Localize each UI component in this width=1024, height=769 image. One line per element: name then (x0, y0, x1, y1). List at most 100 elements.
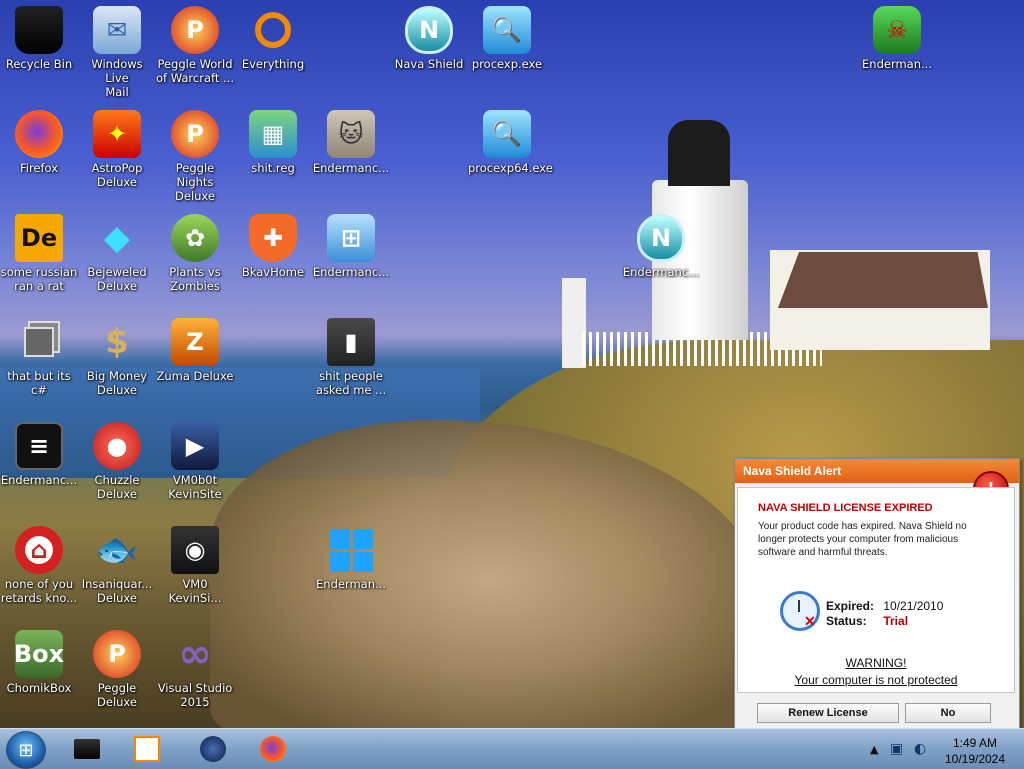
windows-setup-icon: ⊞ (327, 214, 375, 262)
desktop-icon-label: ChomikBox (6, 681, 72, 695)
desktop-icon-visual-studio[interactable]: ∞ Visual Studio 2015 (156, 630, 234, 709)
clock-time: 1:49 AM (952, 736, 998, 750)
desktop-icon-plants-vs-zombies[interactable]: ✿ Plants vs Zombies (156, 214, 234, 293)
astropop-icon: ✦ (93, 110, 141, 158)
peggle-icon: P (171, 110, 219, 158)
desktop-icon-nava-shield[interactable]: N Nava Shield (390, 6, 468, 71)
desktop-icon-enderman-nava[interactable]: N Endermanc... (622, 214, 700, 279)
desktop-icon-astropop[interactable]: ✦ AstroPop Deluxe (78, 110, 156, 189)
desktop-icon-peggle-wow[interactable]: P Peggle World of Warcraft ... (156, 6, 234, 85)
gem-icon: ◆ (103, 218, 131, 258)
desktop-icon-enderman-dragon[interactable]: ☠ Enderman... (858, 6, 936, 71)
taskbar-app-firefox[interactable] (256, 733, 290, 765)
magnifier-icon: 🔍 (483, 6, 531, 54)
desktop: Recycle Bin ✉ Windows Live Mail P Peggle… (0, 0, 1024, 728)
taskbar-app-globe[interactable] (196, 733, 230, 765)
monitor-tray-icon[interactable]: ▣ (890, 741, 903, 757)
taskbar: ⊞ ▲ ▣ ◐ 1:49 AM 10/19/2024 (0, 728, 1024, 769)
warning-text: Your computer is not protected (794, 673, 958, 687)
clock[interactable]: 1:49 AM 10/19/2024 (940, 735, 1010, 767)
desktop-icon-label: Endermanc... (622, 265, 700, 279)
desktop-icon-label: Endermanc... (312, 265, 390, 279)
desktop-icon-bejeweled[interactable]: ◆ Bejeweled Deluxe (78, 214, 156, 293)
desktop-icon-label: Peggle Deluxe (97, 681, 137, 709)
desktop-icon-label: BkavHome (241, 265, 305, 279)
copy-icon (15, 318, 63, 366)
desktop-icon-recycle-bin[interactable]: Recycle Bin (0, 6, 78, 71)
desktop-icon-label: Enderman... (316, 577, 386, 591)
desktop-icon-peggle-nights[interactable]: P Peggle Nights Deluxe (156, 110, 234, 203)
desktop-icon-label: Everything (241, 57, 305, 71)
desktop-icon-label: Visual Studio 2015 (157, 681, 233, 709)
red-dino-icon: ⌂ (15, 526, 63, 574)
chuzzle-icon: ● (93, 422, 141, 470)
desktop-icon-enderman-terminal[interactable]: ≡ Endermanc... (0, 422, 78, 487)
bkav-shield-icon: ✚ (249, 214, 297, 262)
desktop-icon-label: none of you retards kno... (0, 577, 78, 605)
globe-icon (200, 736, 226, 762)
desktop-icon-none-of-you[interactable]: ⌂ none of you retards kno... (0, 526, 78, 605)
folder-icon: ▮ (327, 318, 375, 366)
desktop-icon-everything[interactable]: Everything (234, 6, 312, 71)
flower-icon: ✿ (171, 214, 219, 262)
alert-headline: NAVA SHIELD LICENSE EXPIRED (758, 502, 933, 514)
desktop-icon-that-but-csharp[interactable]: that but its c# (0, 318, 78, 397)
taskbar-app-media-player[interactable] (130, 733, 164, 765)
shield-icon: N (405, 6, 453, 54)
network-tray-icon[interactable]: ◐ (914, 741, 926, 757)
desktop-icon-russian-rat[interactable]: De some russian ran a rat (0, 214, 78, 293)
desktop-icon-label: AstroPop Deluxe (91, 161, 143, 189)
windows-logo-icon (327, 526, 375, 574)
expired-x-icon: ✕ (804, 613, 816, 629)
status-label: Status: (826, 614, 867, 628)
desktop-icon-bkavhome[interactable]: ✚ BkavHome (234, 214, 312, 279)
search-icon (249, 6, 297, 54)
firefox-icon (15, 110, 63, 158)
desktop-icon-windows-live-mail[interactable]: ✉ Windows Live Mail (78, 6, 156, 99)
desktop-icon-label: Big Money Deluxe (86, 369, 148, 397)
desktop-icon-label: Peggle World of Warcraft ... (156, 57, 234, 85)
desktop-icon-chuzzle[interactable]: ● Chuzzle Deluxe (78, 422, 156, 501)
desktop-icon-chomikbox[interactable]: Box ChomikBox (0, 630, 78, 695)
start-button[interactable]: ⊞ (6, 731, 46, 769)
desktop-icon-big-money[interactable]: $ Big Money Deluxe (78, 318, 156, 397)
status-value: Trial (883, 614, 909, 628)
desktop-icon-shit-people-asked[interactable]: ▮ shit people asked me ... (312, 318, 390, 397)
no-button[interactable]: No (905, 703, 991, 723)
warning-title: WARNING! (845, 656, 907, 670)
desktop-icon-label: Insaniquar... Deluxe (81, 577, 153, 605)
expired-row: Expired: 10/21/2010 (826, 599, 943, 613)
desktop-icon-label: Firefox (19, 161, 59, 175)
magnifier-icon: 🔍 (483, 110, 531, 158)
mail-icon: ✉ (93, 6, 141, 54)
desktop-icon-zuma[interactable]: Z Zuma Deluxe (156, 318, 234, 383)
desktop-icon-vm0-kevinsite[interactable]: ◉ VM0 KevinSi... (156, 526, 234, 605)
money-bag-icon: $ (105, 322, 129, 362)
desktop-icon-procexp[interactable]: 🔍 procexp.exe (468, 6, 546, 71)
wallpaper-roof (778, 252, 988, 308)
taskbar-app-terminal[interactable] (70, 733, 104, 765)
fish-icon: 🐟 (95, 530, 139, 570)
desktop-icon-label: Peggle Nights Deluxe (175, 161, 215, 203)
desktop-icon-label: Endermanc... (312, 161, 390, 175)
alert-message: Your product code has expired. Nava Shie… (758, 521, 967, 558)
desktop-icon-procexp64[interactable]: 🔍 procexp64.exe (468, 110, 553, 175)
renew-license-button[interactable]: Renew License (757, 703, 899, 723)
desktop-icon-insaniquarium[interactable]: 🐟 Insaniquar... Deluxe (78, 526, 156, 605)
firefox-dark-icon: ◉ (171, 526, 219, 574)
desktop-icon-firefox[interactable]: Firefox (0, 110, 78, 175)
desktop-icon-label: VM0 KevinSi... (168, 577, 222, 605)
desktop-icon-enderman-windows[interactable]: Enderman... (312, 526, 390, 591)
status-row: Status: Trial (826, 614, 908, 628)
desktop-icon-label: Nava Shield (394, 57, 464, 71)
registry-file-icon: ▦ (249, 110, 297, 158)
recycle-bin-icon (15, 6, 63, 54)
desktop-icon-enderman-win7[interactable]: ⊞ Endermanc... (312, 214, 390, 279)
desktop-icon-enderman-cat[interactable]: 🐱 Endermanc... (312, 110, 390, 175)
show-hidden-icons-chevron-up-icon[interactable]: ▲ (870, 743, 878, 756)
desktop-icon-peggle-deluxe[interactable]: P Peggle Deluxe (78, 630, 156, 709)
firefox-icon (260, 736, 286, 762)
wallpaper-lantern (668, 120, 730, 186)
desktop-icon-shit-reg[interactable]: ▦ shit.reg (234, 110, 312, 175)
desktop-icon-vm0b0t[interactable]: ▶ VM0b0t KevinSite (156, 422, 234, 501)
